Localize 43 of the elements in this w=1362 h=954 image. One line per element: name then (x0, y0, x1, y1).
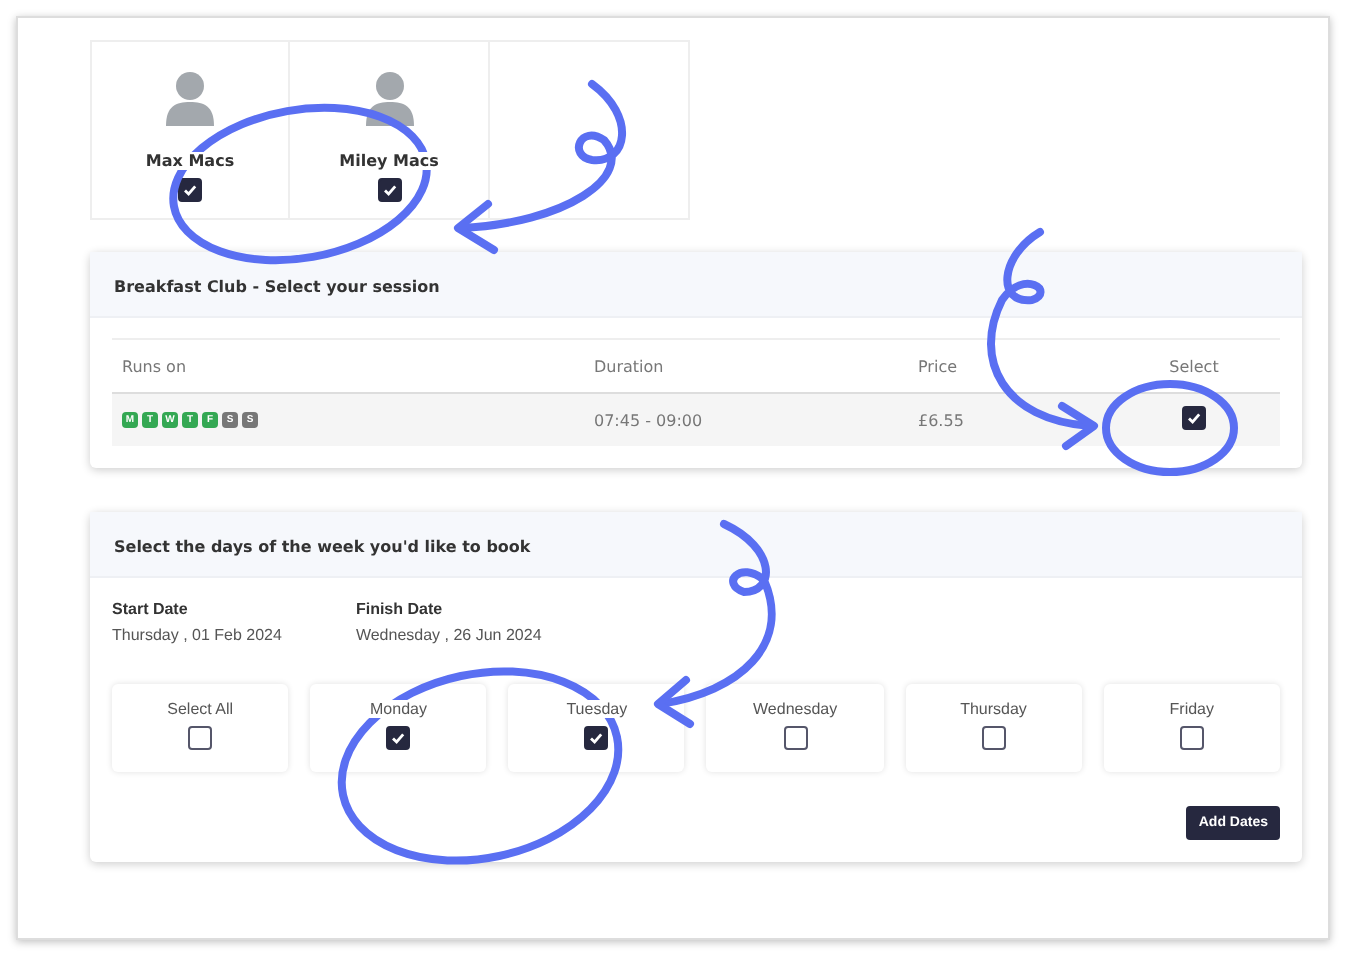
checkbox[interactable] (981, 726, 1006, 750)
checkbox[interactable] (1179, 726, 1204, 750)
checkbox[interactable] (584, 726, 609, 750)
column-header: Duration (592, 357, 666, 375)
column-header: Price (916, 357, 960, 375)
column-header: Select (1169, 357, 1219, 375)
day-option[interactable]: Friday (1103, 684, 1280, 772)
card-title: Breakfast Club - Select your session (114, 278, 440, 296)
checkbox[interactable] (377, 178, 401, 202)
date-value: Thursday , 01 Feb 2024 (112, 626, 282, 644)
circle-annotation (1102, 380, 1238, 476)
date-label: Start Date (112, 600, 190, 618)
day-label: Friday (1165, 700, 1219, 718)
child-name: Miley Macs (335, 152, 443, 170)
day-label: Tuesday (562, 700, 632, 718)
day-option[interactable]: Tuesday (508, 684, 685, 772)
day-label: Select All (163, 700, 238, 718)
card-title: Select the days of the week you'd like to book (114, 538, 531, 556)
checkbox[interactable] (178, 178, 202, 202)
day-label: Monday (366, 700, 431, 718)
day-label: Wednesday (749, 700, 842, 718)
day-option[interactable]: Monday (310, 684, 487, 772)
checkbox[interactable] (783, 726, 808, 750)
table-cell-text: 07:45 - 09:00 (592, 411, 705, 429)
person-icon (363, 70, 415, 126)
table-cell-text: £6.55 (916, 411, 966, 429)
check-icon (586, 728, 607, 748)
person-icon (164, 70, 216, 126)
checkbox[interactable] (188, 726, 213, 750)
child-name: Max Macs (141, 152, 239, 170)
column-header: Runs on (120, 357, 189, 375)
day-option[interactable]: Wednesday (706, 684, 884, 772)
day-option[interactable]: Thursday (905, 684, 1082, 772)
checkbox[interactable] (386, 726, 411, 750)
day-option[interactable]: Select All (112, 684, 289, 772)
check-icon (180, 180, 200, 200)
date-value: Wednesday , 26 Jun 2024 (355, 626, 542, 644)
checkbox[interactable] (1182, 406, 1206, 430)
date-label: Finish Date (355, 600, 445, 618)
day-label: Thursday (956, 700, 1031, 718)
check-icon (1184, 408, 1204, 428)
check-icon (379, 180, 399, 200)
check-icon (388, 728, 409, 748)
